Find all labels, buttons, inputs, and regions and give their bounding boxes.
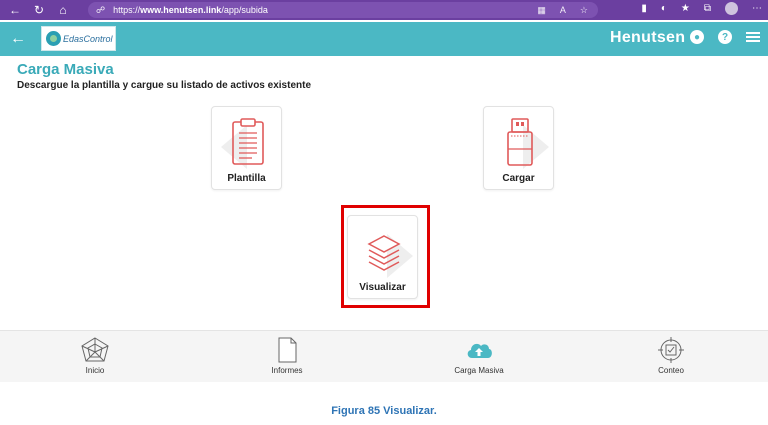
url-path: /app/subida <box>221 5 268 15</box>
browser-nav: ← ↻ ⌂ <box>0 3 70 17</box>
highlight-frame <box>341 205 430 308</box>
nav-conteo-label: Conteo <box>658 366 684 375</box>
logo-mark-icon <box>46 31 61 46</box>
logo-text: EdasControl <box>63 33 113 44</box>
page-subtitle: Descargue la plantilla y cargue su lista… <box>17 80 312 91</box>
bottom-navigation: Inicio Informes Carga Masiva Conteo <box>0 330 768 382</box>
page-title: Carga Masiva <box>17 61 114 78</box>
usb-drive-icon <box>507 118 533 166</box>
browser-home-icon[interactable]: ⌂ <box>56 3 70 17</box>
read-aloud-icon[interactable]: A <box>560 5 566 16</box>
address-bar[interactable]: ☍ https://www.henutsen.link/app/subida ▦… <box>88 2 598 18</box>
nav-inicio[interactable]: Inicio <box>40 337 150 375</box>
company-logo: EdasControl <box>41 26 116 51</box>
nav-informes[interactable]: Informes <box>232 337 342 375</box>
menu-icon[interactable] <box>746 32 760 42</box>
favorites-icon[interactable]: ☆ <box>580 5 588 16</box>
plantilla-card[interactable]: Plantilla <box>211 106 282 190</box>
radar-chart-icon <box>81 337 109 362</box>
browser-back-icon[interactable]: ← <box>8 3 22 17</box>
app-header: ← EdasControl Henutsen ● ? <box>0 22 768 56</box>
cargar-card[interactable]: Cargar <box>483 106 554 190</box>
nav-inicio-label: Inicio <box>85 366 105 375</box>
extensions-icon[interactable]: ▮ <box>641 3 647 14</box>
help-icon[interactable]: ? <box>718 30 732 44</box>
plantilla-label: Plantilla <box>227 173 266 184</box>
lock-icon: ☍ <box>96 4 106 15</box>
user-icon[interactable]: ● <box>690 30 704 44</box>
nav-informes-label: Informes <box>271 366 303 375</box>
address-bar-tools: ▦ A ☆ <box>537 5 588 16</box>
cargar-label: Cargar <box>502 173 535 184</box>
nav-conteo[interactable]: Conteo <box>616 337 726 375</box>
favorites-bar-icon[interactable]: ★ <box>681 3 690 14</box>
header-actions: ● ? <box>690 30 760 44</box>
figure-caption: Figura 85 Visualizar. <box>331 405 437 417</box>
collections-icon[interactable]: ⧉ <box>704 3 711 14</box>
profile-avatar[interactable] <box>725 2 738 15</box>
url-host: www.henutsen.link <box>140 5 222 15</box>
brand-logo: Henutsen <box>610 29 686 46</box>
browser-toolbar: ← ↻ ⌂ ☍ https://www.henutsen.link/app/su… <box>0 0 768 20</box>
app-available-icon[interactable]: ▦ <box>537 5 546 16</box>
nav-carga-masiva-label: Carga Masiva <box>454 366 504 375</box>
nav-carga-masiva[interactable]: Carga Masiva <box>424 337 534 375</box>
copilot-icon[interactable]: ◐ <box>661 3 667 14</box>
browser-refresh-icon[interactable]: ↻ <box>32 3 46 17</box>
cloud-upload-icon <box>467 343 492 358</box>
browser-actions: ▮ ◐ ★ ⧉ ⋯ <box>641 2 762 15</box>
back-arrow-icon[interactable]: ← <box>0 30 36 48</box>
url-prefix: https:// <box>113 5 141 15</box>
document-icon <box>278 337 297 363</box>
more-menu-icon[interactable]: ⋯ <box>752 3 762 14</box>
clipboard-icon <box>232 118 264 165</box>
target-check-icon <box>658 337 684 363</box>
